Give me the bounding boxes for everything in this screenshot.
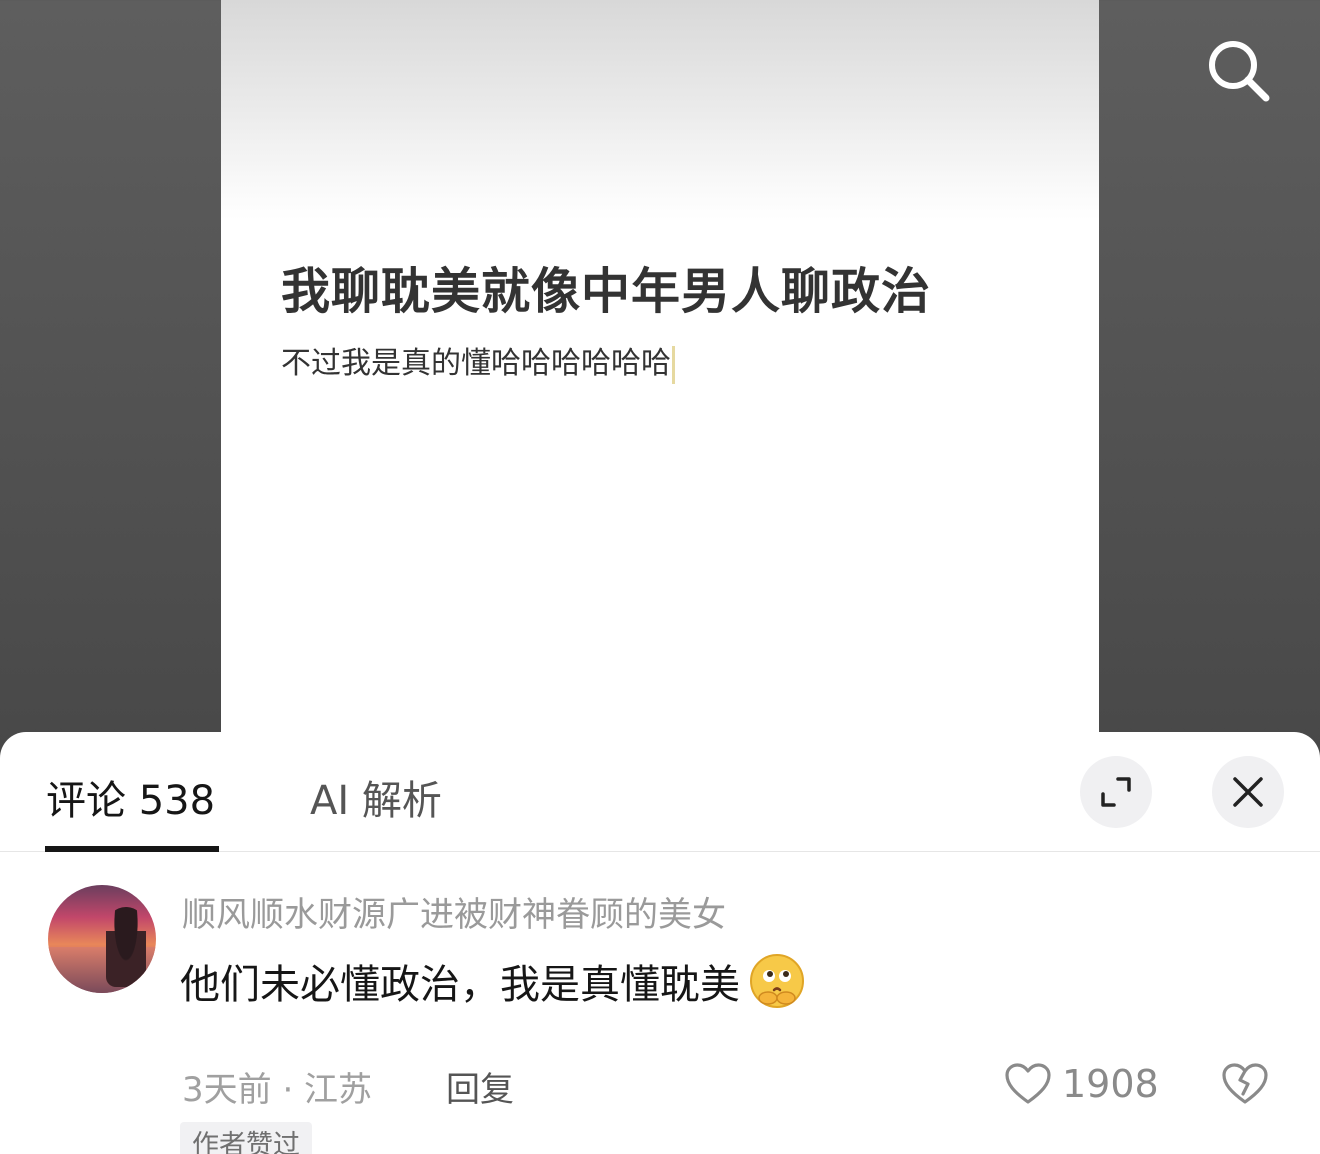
- comments-sheet: 评论 538 AI 解析 顺风顺水财源广进被财神眷顾的美女 他们未必懂政治，我是…: [0, 732, 1320, 1154]
- active-tab-indicator: [45, 846, 219, 852]
- avatar-figure: [106, 907, 146, 987]
- sheet-tabs: 评论 538 AI 解析: [0, 732, 1320, 852]
- post-body-text: 不过我是真的懂哈哈哈哈哈哈: [281, 346, 671, 381]
- thinking-face-emoji-icon: [748, 952, 806, 1010]
- text-cursor: [672, 345, 675, 384]
- reply-button[interactable]: 回复: [446, 1062, 514, 1111]
- comment-item: 顺风顺水财源广进被财神眷顾的美女 他们未必懂政治，我是真懂耽美 3天前 · 江苏…: [0, 882, 1320, 1154]
- expand-button[interactable]: [1080, 756, 1152, 828]
- post-title: 我聊耽美就像中年男人聊政治: [281, 263, 932, 320]
- broken-heart-icon: [1222, 1063, 1268, 1104]
- post-body: 不过我是真的懂哈哈哈哈哈哈: [281, 338, 675, 384]
- expand-icon: [1101, 777, 1131, 807]
- comment-meta: 3天前 · 江苏: [182, 1070, 373, 1110]
- video-area[interactable]: 我聊耽美就像中年男人聊政治 不过我是真的懂哈哈哈哈哈哈: [0, 0, 1320, 760]
- close-button[interactable]: [1212, 756, 1284, 828]
- search-button[interactable]: [1198, 30, 1278, 110]
- avatar[interactable]: [48, 885, 156, 993]
- heart-icon: [1005, 1063, 1051, 1104]
- tab-comments[interactable]: 评论 538: [46, 768, 215, 826]
- comment-text: 他们未必懂政治，我是真懂耽美: [180, 962, 740, 1008]
- like-button[interactable]: 1908: [1004, 1060, 1159, 1108]
- author-liked-badge: 作者赞过: [180, 1122, 312, 1154]
- close-icon: [1233, 777, 1263, 807]
- comment-username[interactable]: 顺风顺水财源广进被财神眷顾的美女: [182, 887, 726, 936]
- comment-body: 他们未必懂政治，我是真懂耽美: [180, 952, 806, 1010]
- post-card: 我聊耽美就像中年男人聊政治 不过我是真的懂哈哈哈哈哈哈: [221, 0, 1099, 760]
- tab-ai-analysis[interactable]: AI 解析: [310, 768, 442, 826]
- dislike-button[interactable]: [1220, 1060, 1270, 1108]
- search-icon: [1209, 41, 1270, 102]
- like-count: 1908: [1062, 1062, 1159, 1106]
